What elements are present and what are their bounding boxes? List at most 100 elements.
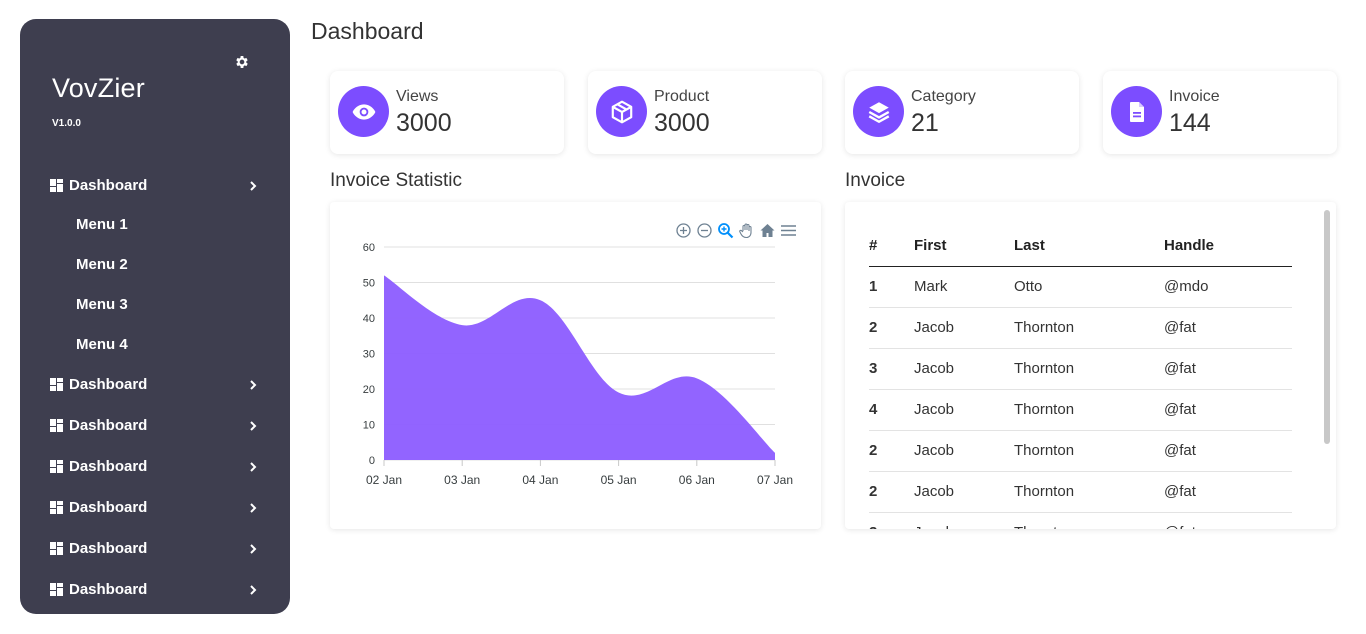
eye-icon <box>338 86 389 137</box>
submenu-item-menu-4[interactable]: Menu 4 <box>20 324 290 364</box>
chevron-right-icon <box>248 419 258 431</box>
table-cell: @fat <box>1164 430 1292 472</box>
submenu-item-menu-1[interactable]: Menu 1 <box>20 204 290 244</box>
table-cell: @fat <box>1164 348 1292 390</box>
stat-value: 144 <box>1169 109 1211 137</box>
sidebar-item-dashboard[interactable]: Dashboard <box>20 528 290 569</box>
stat-card-category: Category 21 <box>845 71 1079 154</box>
chevron-right-icon <box>248 460 258 472</box>
stat-card-product: Product 3000 <box>588 71 822 154</box>
sidebar-item-dashboard[interactable]: Dashboard <box>20 569 290 610</box>
table-cell: @fat <box>1164 512 1292 529</box>
table-row: 2 Jacob Thornton @fat <box>869 430 1292 472</box>
sidebar-item-dashboard[interactable]: Dashboard <box>20 165 290 206</box>
page-title: Dashboard <box>311 18 424 44</box>
table-cell: @mdo <box>1164 266 1292 308</box>
table-cell: Thornton <box>1014 430 1164 472</box>
dashboard-icon <box>50 542 63 555</box>
table-row: 1 Mark Otto @mdo <box>869 266 1292 308</box>
sidebar-item-label: Dashboard <box>69 581 148 598</box>
table-cell: Jacob <box>914 389 1014 431</box>
column-header: # <box>869 225 914 267</box>
invoice-table: # First Last Handle 1 Mark Otto @mdo 2 Jacob… <box>869 225 1292 529</box>
stat-value: 3000 <box>396 109 452 137</box>
column-header: Handle <box>1164 225 1292 267</box>
chevron-right-icon <box>248 542 258 554</box>
version-label: V1.0.0 <box>52 118 81 129</box>
table-cell: Thornton <box>1014 471 1164 513</box>
sidebar-item-label: Dashboard <box>69 499 148 516</box>
chevron-right-icon <box>248 501 258 513</box>
dashboard-icon <box>50 583 63 596</box>
table-cell: Thornton <box>1014 307 1164 349</box>
area-chart: 0 10 20 30 40 50 60 02 Jan 03 Jan 04 Jan 05 Jan 06… <box>363 242 793 487</box>
x-tick-label: 03 Jan <box>444 473 480 487</box>
dashboard-icon <box>50 419 63 432</box>
table-cell: Jacob <box>914 471 1014 513</box>
dashboard-icon <box>50 460 63 473</box>
column-header: First <box>914 225 1014 267</box>
table-cell: 2 <box>869 307 914 349</box>
sidebar-item-label: Dashboard <box>69 376 148 393</box>
submenu-item-menu-3[interactable]: Menu 3 <box>20 284 290 324</box>
sidebar: VovZier V1.0.0 Dashboard Menu 1 Menu 2 M… <box>20 19 290 614</box>
gear-icon[interactable] <box>234 54 250 70</box>
table-cell: 2 <box>869 471 914 513</box>
sidebar-item-label: Dashboard <box>69 540 148 557</box>
table-row: 3JacobThornton@fat <box>869 512 1292 529</box>
stat-label: Invoice <box>1169 88 1220 105</box>
sidebar-item-dashboard[interactable]: Dashboard <box>20 405 290 446</box>
y-tick-label: 30 <box>363 349 375 361</box>
table-section-title: Invoice <box>845 170 906 191</box>
layers-icon <box>853 86 904 137</box>
dashboard-icon <box>50 501 63 514</box>
sidebar-item-dashboard[interactable]: Dashboard <box>20 487 290 528</box>
sidebar-item-dashboard[interactable]: Dashboard <box>20 364 290 405</box>
x-tick-label: 07 Jan <box>757 473 793 487</box>
x-tick-label: 06 Jan <box>679 473 715 487</box>
chevron-right-icon <box>248 179 258 191</box>
y-tick-label: 20 <box>363 384 375 396</box>
table-cell: Thornton <box>1014 512 1164 529</box>
chart-area-series <box>384 275 775 460</box>
invoice-table-card: # First Last Handle 1 Mark Otto @mdo 2 Jacob… <box>845 202 1336 529</box>
stat-label: Product <box>654 88 710 105</box>
table-cell: Jacob <box>914 512 1014 529</box>
y-tick-label: 10 <box>363 420 375 432</box>
document-icon <box>1111 86 1162 137</box>
column-header: Last <box>1014 225 1164 267</box>
sidebar-item-label: Dashboard <box>69 417 148 434</box>
invoice-chart-card: 0 10 20 30 40 50 60 02 Jan 03 Jan 04 Jan 05 Jan 06… <box>330 202 821 529</box>
table-cell: 3 <box>869 512 914 529</box>
table-row: 2 Jacob Thornton @fat <box>869 307 1292 349</box>
table-row: 2 Jacob Thornton @fat <box>869 471 1292 513</box>
stat-label: Category <box>911 88 976 105</box>
stat-label: Views <box>396 88 439 105</box>
table-cell: @fat <box>1164 307 1292 349</box>
chevron-right-icon <box>248 378 258 390</box>
table-header-row: # First Last Handle <box>869 225 1292 267</box>
submenu: Menu 1 Menu 2 Menu 3 Menu 4 <box>20 204 290 364</box>
brand-title: VovZier <box>52 73 145 103</box>
dashboard-icon <box>50 378 63 391</box>
y-tick-label: 60 <box>363 242 375 254</box>
chevron-right-icon <box>248 583 258 595</box>
stat-card-invoice: Invoice 144 <box>1103 71 1337 154</box>
stat-value: 3000 <box>654 109 710 137</box>
sidebar-item-dashboard[interactable]: Dashboard <box>20 446 290 487</box>
table-cell: 4 <box>869 389 914 431</box>
x-tick-label: 04 Jan <box>522 473 558 487</box>
table-cell: @fat <box>1164 471 1292 513</box>
x-tick-label: 05 Jan <box>601 473 637 487</box>
table-cell: @fat <box>1164 389 1292 431</box>
chart-section-title: Invoice Statistic <box>330 170 462 191</box>
table-cell: 1 <box>869 266 914 308</box>
box-icon <box>596 86 647 137</box>
table-scrollbar[interactable] <box>1324 210 1330 444</box>
table-cell: Jacob <box>914 430 1014 472</box>
table-row: 3JacobThornton@fat <box>869 348 1292 390</box>
submenu-item-menu-2[interactable]: Menu 2 <box>20 244 290 284</box>
table-cell: Mark <box>914 266 1014 308</box>
table-row: 4 Jacob Thornton @fat <box>869 389 1292 431</box>
x-tick-label: 02 Jan <box>366 473 402 487</box>
